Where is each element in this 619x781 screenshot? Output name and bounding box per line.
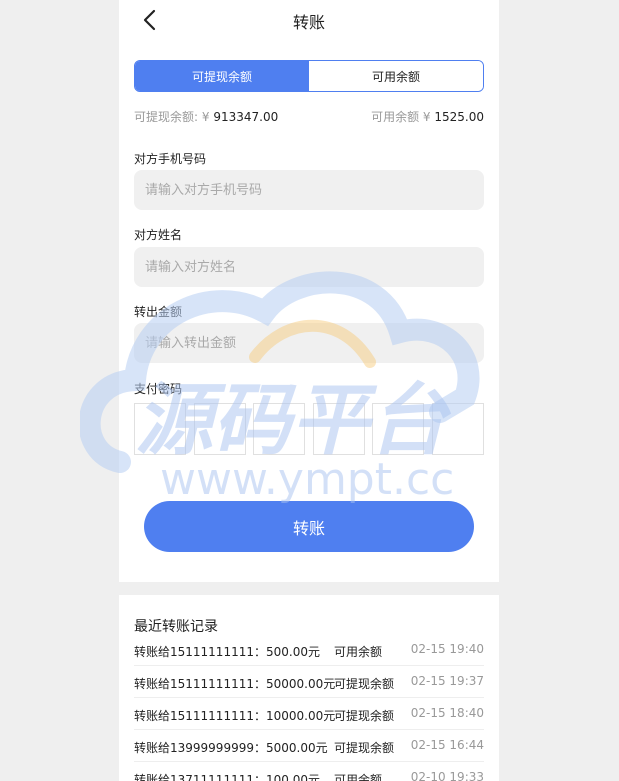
available-balance-label: 可用余额 ¥: [371, 110, 431, 124]
phone-label: 对方手机号码: [134, 152, 207, 166]
record-description: 转账给15111111111：500.00元: [134, 645, 320, 659]
password-digit-box[interactable]: [312, 403, 365, 455]
transfer-submit-button[interactable]: 转账: [144, 501, 474, 552]
record-row: 转账给15111111111：10000.00元 可提现余额 02-15 18:…: [134, 698, 484, 730]
amount-label: 转出金额: [134, 305, 183, 319]
withdrawable-balance-label: 可提现余额: ¥: [134, 110, 210, 124]
record-balance-type: 可用余额: [334, 773, 383, 781]
records-title: 最近转账记录: [134, 619, 218, 635]
record-time: 02-15 19:37: [410, 674, 484, 688]
record-balance-type: 可用余额: [334, 645, 383, 659]
password-digit-box[interactable]: [134, 403, 186, 455]
tab-available-balance[interactable]: 可用余额: [309, 61, 483, 91]
records-list: 转账给15111111111：500.00元 可用余额 02-15 19:40 …: [134, 634, 484, 781]
balance-tabs: 可提现余额 可用余额: [134, 60, 484, 92]
header: 转账: [119, 0, 499, 40]
phone-input[interactable]: [134, 170, 484, 210]
name-input[interactable]: [134, 247, 484, 287]
record-description: 转账给15111111111：50000.00元: [134, 677, 336, 691]
record-description: 转账给15111111111：10000.00元: [134, 709, 336, 723]
page-title: 转账: [292, 13, 325, 32]
transfer-card: 转账 可提现余额 可用余额 可提现余额: ¥ 913347.00 可用余额 ¥ …: [119, 0, 499, 582]
name-label: 对方姓名: [134, 228, 183, 242]
record-time: 02-15 19:40: [410, 642, 484, 656]
record-row: 转账给13999999999：5000.00元 可提现余额 02-15 16:4…: [134, 730, 484, 762]
withdrawable-balance-value: 913347.00: [213, 110, 279, 124]
available-balance-value: 1525.00: [434, 110, 484, 124]
record-row: 转账给13711111111：100.00元 可用余额 02-10 19:33: [134, 762, 484, 781]
withdrawable-balance: 可提现余额: ¥ 913347.00: [134, 108, 278, 125]
transfer-records-card: 最近转账记录 转账给15111111111：500.00元 可用余额 02-15…: [119, 595, 499, 781]
available-balance: 可用余额 ¥ 1525.00: [371, 108, 484, 125]
amount-input[interactable]: [134, 323, 484, 363]
balance-summary: 可提现余额: ¥ 913347.00 可用余额 ¥ 1525.00: [134, 108, 484, 124]
record-time: 02-15 16:44: [410, 738, 484, 752]
record-row: 转账给15111111111：500.00元 可用余额 02-15 19:40: [134, 634, 484, 666]
password-digit-box[interactable]: [253, 403, 306, 455]
tab-withdrawable-balance[interactable]: 可提现余额: [135, 61, 309, 91]
record-row: 转账给15111111111：50000.00元 可提现余额 02-15 19:…: [134, 666, 484, 698]
password-digit-box[interactable]: [193, 403, 246, 455]
record-description: 转账给13999999999：5000.00元: [134, 741, 328, 755]
password-input[interactable]: [134, 403, 484, 455]
record-time: 02-10 19:33: [410, 770, 484, 781]
record-time: 02-15 18:40: [410, 706, 484, 720]
record-balance-type: 可提现余额: [334, 741, 395, 755]
password-digit-box[interactable]: [372, 403, 425, 455]
password-label: 支付密码: [134, 382, 183, 396]
record-balance-type: 可提现余额: [334, 677, 395, 691]
record-balance-type: 可提现余额: [334, 709, 395, 723]
record-description: 转账给13711111111：100.00元: [134, 773, 320, 781]
password-digit-box[interactable]: [431, 403, 484, 455]
